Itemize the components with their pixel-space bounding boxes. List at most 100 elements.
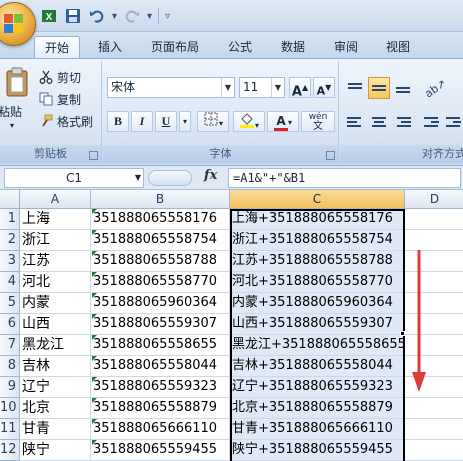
fill-color-button[interactable]: ▾ <box>233 111 265 132</box>
increase-indent-button[interactable] <box>442 111 463 133</box>
formula-bar-splitter[interactable] <box>148 170 192 186</box>
cell-a[interactable]: 内蒙 <box>20 293 91 314</box>
column-header-c[interactable]: C <box>230 190 405 209</box>
cell-c[interactable]: 黑龙江+351888065558655 <box>230 335 405 356</box>
tab-view[interactable]: 视图 <box>378 36 418 58</box>
format-painter-button[interactable]: 格式刷 <box>38 111 93 131</box>
shrink-font-button[interactable]: A▼ <box>313 77 335 98</box>
cell-d[interactable] <box>405 209 463 230</box>
row-header[interactable]: 6 <box>0 314 20 335</box>
cell-b[interactable]: 351888065666110 <box>91 419 230 440</box>
column-header-a[interactable]: A <box>20 190 91 209</box>
cell-b[interactable]: 351888065558044 <box>91 356 230 377</box>
row-header[interactable]: 7 <box>0 335 20 356</box>
align-left-button[interactable] <box>344 111 366 133</box>
fill-handle[interactable] <box>400 331 405 336</box>
redo-icon[interactable] <box>123 7 141 25</box>
cut-button[interactable]: 剪切 <box>38 67 81 87</box>
cell-c[interactable]: 北京+351888065558879 <box>230 398 405 419</box>
cell-c[interactable]: 江苏+351888065558788 <box>230 251 405 272</box>
decrease-indent-button[interactable] <box>420 111 442 133</box>
borders-button[interactable]: ▾ <box>197 111 229 132</box>
font-size-dropdown-icon[interactable]: ▼ <box>271 78 284 97</box>
row-header[interactable]: 1 <box>0 209 20 230</box>
cell-b[interactable]: 351888065558879 <box>91 398 230 419</box>
cell-b[interactable]: 351888065559455 <box>91 440 230 461</box>
tab-review[interactable]: 审阅 <box>326 36 366 58</box>
cell-b[interactable]: 351888065960364 <box>91 293 230 314</box>
bold-button[interactable]: B <box>107 111 129 132</box>
cell-d[interactable] <box>405 440 463 461</box>
font-name-combo[interactable]: 宋体 ▼ <box>107 77 235 98</box>
cell-b[interactable]: 351888065559307 <box>91 314 230 335</box>
cell-b[interactable]: 351888065558788 <box>91 251 230 272</box>
phonetic-guide-button[interactable]: wén 文 <box>301 111 335 132</box>
align-right-button[interactable] <box>392 111 414 133</box>
excel-app-icon[interactable]: X <box>40 7 58 25</box>
column-header-b[interactable]: B <box>91 190 230 209</box>
cell-c[interactable]: 甘青+351888065666110 <box>230 419 405 440</box>
top-align-button[interactable] <box>344 77 366 99</box>
cell-b[interactable]: 351888065559323 <box>91 377 230 398</box>
save-icon[interactable] <box>64 7 82 25</box>
grow-font-button[interactable]: A▲ <box>289 77 311 99</box>
cell-c[interactable]: 内蒙+351888065960364 <box>230 293 405 314</box>
paste-button[interactable]: 粘贴 ▾ <box>0 63 30 139</box>
font-launcher-icon[interactable] <box>326 151 335 160</box>
cell-a[interactable]: 黑龙江 <box>20 335 91 356</box>
insert-function-icon[interactable]: fx <box>204 168 217 183</box>
cell-b[interactable]: 351888065558655 <box>91 335 230 356</box>
cell-a[interactable]: 辽宁 <box>20 377 91 398</box>
undo-dropdown-icon[interactable]: ▾ <box>112 11 117 22</box>
cell-a[interactable]: 上海 <box>20 209 91 230</box>
cell-a[interactable]: 陕宁 <box>20 440 91 461</box>
tab-data[interactable]: 数据 <box>273 36 313 58</box>
customize-qat-icon[interactable]: ▿ <box>165 11 170 22</box>
name-box-dropdown-icon[interactable]: ▼ <box>135 169 141 187</box>
tab-formulas[interactable]: 公式 <box>220 36 260 58</box>
cell-a[interactable]: 江苏 <box>20 251 91 272</box>
italic-button[interactable]: I <box>131 111 153 132</box>
cell-b[interactable]: 351888065558754 <box>91 230 230 251</box>
cell-d[interactable] <box>405 398 463 419</box>
row-header[interactable]: 2 <box>0 230 20 251</box>
cell-b[interactable]: 351888065558176 <box>91 209 230 230</box>
cell-c[interactable]: 陕宁+351888065559455 <box>230 440 405 461</box>
cell-a[interactable]: 河北 <box>20 272 91 293</box>
font-size-combo[interactable]: 11 ▼ <box>239 77 285 98</box>
column-header-d[interactable]: D <box>405 190 463 209</box>
cell-c[interactable]: 上海+351888065558176 <box>230 209 405 230</box>
select-all-corner[interactable] <box>0 190 20 209</box>
orientation-button[interactable]: ab↗ <box>420 76 450 100</box>
row-header[interactable]: 12 <box>0 440 20 461</box>
row-header[interactable]: 8 <box>0 356 20 377</box>
middle-align-button[interactable] <box>368 77 390 99</box>
underline-button[interactable]: U <box>155 111 177 132</box>
copy-button[interactable]: 复制 <box>38 89 81 109</box>
align-center-button[interactable] <box>368 111 390 133</box>
row-header[interactable]: 4 <box>0 272 20 293</box>
redo-dropdown-icon[interactable]: ▾ <box>147 11 152 22</box>
clipboard-launcher-icon[interactable] <box>89 151 98 160</box>
row-header[interactable]: 5 <box>0 293 20 314</box>
cell-a[interactable]: 甘青 <box>20 419 91 440</box>
row-header[interactable]: 10 <box>0 398 20 419</box>
font-color-button[interactable]: A ▾ <box>267 111 299 132</box>
cell-c[interactable]: 浙江+351888065558754 <box>230 230 405 251</box>
bottom-align-button[interactable] <box>392 77 414 99</box>
cell-a[interactable]: 山西 <box>20 314 91 335</box>
tab-page-layout[interactable]: 页面布局 <box>144 36 206 58</box>
cell-c[interactable]: 山西+351888065559307 <box>230 314 405 335</box>
cell-a[interactable]: 北京 <box>20 398 91 419</box>
row-header[interactable]: 9 <box>0 377 20 398</box>
row-header[interactable]: 3 <box>0 251 20 272</box>
cell-c[interactable]: 辽宁+351888065559323 <box>230 377 405 398</box>
cell-a[interactable]: 吉林 <box>20 356 91 377</box>
tab-insert[interactable]: 插入 <box>90 36 130 58</box>
cell-c[interactable]: 吉林+351888065558044 <box>230 356 405 377</box>
cell-d[interactable] <box>405 419 463 440</box>
cell-b[interactable]: 351888065558770 <box>91 272 230 293</box>
tab-home[interactable]: 开始 <box>34 36 80 58</box>
cell-a[interactable]: 浙江 <box>20 230 91 251</box>
row-header[interactable]: 11 <box>0 419 20 440</box>
